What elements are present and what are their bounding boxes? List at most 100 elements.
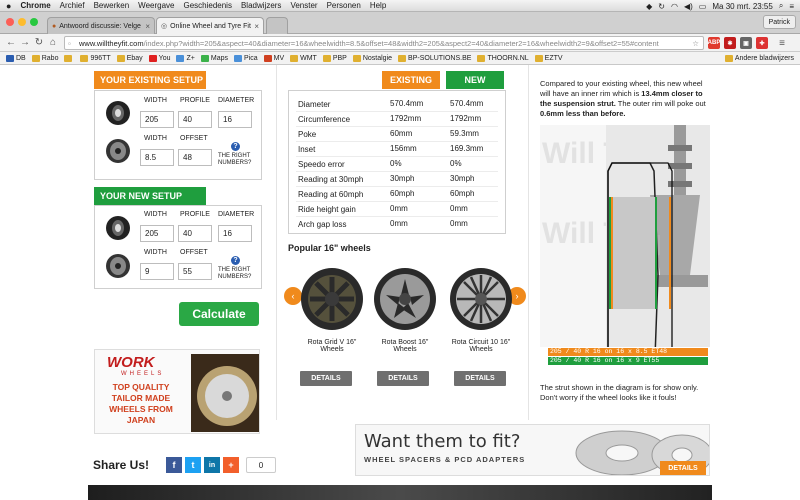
close-tab-icon[interactable]: × [254,22,259,31]
clock[interactable]: Ma 30 mrt. 23:55 [712,2,772,11]
menu-item-venster[interactable]: Venster [290,1,317,10]
new-tyre-width-input[interactable]: 205 [140,225,174,242]
bookmark-folder[interactable] [64,54,74,62]
bookmark-nostalgie[interactable]: Nostalgie [352,54,392,62]
existing-wheel-width-input[interactable]: 8.5 [140,149,174,166]
close-tab-icon[interactable]: × [145,22,150,31]
menu-item-archief[interactable]: Archief [60,1,85,10]
bookmark-label: WMT [300,54,317,62]
bookmark-rabo[interactable]: Rabo [31,54,58,62]
comparison-row-label: Poke [298,129,317,139]
adblock-icon[interactable]: ABP [708,37,720,49]
help-icon[interactable]: ? [231,256,240,265]
tab-antwoord[interactable]: ● Antwoord discussie: Velge × [47,17,155,34]
apple-logo-icon[interactable]: ● [6,1,11,11]
calculate-button[interactable]: Calculate [179,302,259,326]
ad-subheadline: WHEEL SPACERS & PCD ADAPTERS [364,455,526,464]
wheel-product-name[interactable]: Rota Boost 16" Wheels [370,339,440,353]
extension-icon[interactable]: ✱ [724,37,736,49]
close-window-icon[interactable] [6,18,14,26]
bookmark-996tt[interactable]: 996TT [80,54,111,62]
menu-item-weergave[interactable]: Weergave [138,1,174,10]
dropbox-icon[interactable]: ◆ [646,2,652,11]
row-separator [296,111,498,112]
menu-item-geschiedenis[interactable]: Geschiedenis [183,1,231,10]
menu-icon[interactable]: ≡ [776,37,788,49]
spacer-adapter-ad[interactable]: Want them to fit? WHEEL SPACERS & PCD AD… [355,424,710,476]
volume-icon[interactable]: ◀) [684,2,693,11]
wheel-product-image[interactable] [446,265,516,333]
bookmark-z-plus[interactable]: Z+ [176,54,195,62]
notification-center-icon[interactable]: ≡ [789,2,794,11]
comparison-new-value: 0mm [450,204,468,213]
ad-headline: Want them to fit? [364,431,521,452]
bookmark-mv[interactable]: MV [263,54,284,62]
new-offset-input[interactable]: 55 [178,263,212,280]
wheel-product-name[interactable]: Rota Grid V 16" Wheels [297,339,367,353]
reload-icon[interactable]: ↻ [32,37,46,48]
favicon-icon: ● [52,22,57,30]
bookmark-bp-solutions[interactable]: BP-SOLUTIONS.BE [398,54,471,62]
facebook-share-icon[interactable]: f [166,457,182,473]
wheel-details-button[interactable]: DETAILS [454,371,506,386]
wheel-details-button[interactable]: DETAILS [377,371,429,386]
menu-item-help[interactable]: Help [370,1,386,10]
help-icon[interactable]: ? [231,142,240,151]
menu-item-bladwijzers[interactable]: Bladwijzers [241,1,281,10]
home-icon[interactable]: ⌂ [46,37,60,48]
extension-icon[interactable]: ✚ [756,37,768,49]
addthis-plus-icon[interactable]: + [223,457,239,473]
new-tyre-profile-input[interactable]: 40 [178,225,212,242]
comparison-row-label: Diameter [298,99,331,109]
right-numbers-link[interactable]: THE RIGHT NUMBERS? [218,153,258,167]
bookmark-other[interactable]: Andere bladwijzers [724,54,794,62]
twitter-share-icon[interactable]: t [185,457,201,473]
work-logo-sub: WHEELS [121,371,165,377]
new-wheel-width-input[interactable]: 9 [140,263,174,280]
bookmark-youtube[interactable]: You [148,54,170,62]
work-wheels-ad[interactable]: WORK WHEELS TOP QUALITY TAILOR MADE WHEE… [94,349,260,434]
battery-icon[interactable]: ▭ [699,2,707,11]
new-setup-header: YOUR NEW SETUP [94,187,206,205]
wifi-icon[interactable]: ◠ [671,2,678,11]
address-bar[interactable]: ▫ www.willtheyfit.com/index.php?width=20… [64,36,704,50]
bookmark-star-icon[interactable]: ☆ [692,39,699,48]
menu-item-bewerken[interactable]: Bewerken [94,1,130,10]
forward-arrow-icon[interactable]: → [18,37,32,48]
comparison-existing-value: 30mph [390,174,415,183]
existing-tyre-profile-input[interactable]: 40 [178,111,212,128]
bookmark-maps[interactable]: Maps [200,54,228,62]
existing-tyre-width-input[interactable]: 205 [140,111,174,128]
minimize-window-icon[interactable] [18,18,26,26]
bookmark-thoorn[interactable]: THOORN.NL [477,54,529,62]
menu-item-chrome[interactable]: Chrome [20,1,50,10]
existing-tyre-diameter-input[interactable]: 16 [218,111,252,128]
bookmark-pica[interactable]: Pica [233,54,258,62]
back-arrow-icon[interactable]: ← [4,37,18,48]
zoom-window-icon[interactable] [30,18,38,26]
bookmark-db[interactable]: DB [6,54,26,62]
tab-willtheyfit[interactable]: ◎ Online Wheel and Tyre Fit × [156,17,264,34]
comparison-existing-value: 60mm [390,129,413,138]
wheel-product-image[interactable] [370,265,440,333]
wheel-product-name[interactable]: Rota Circuit 10 16" Wheels [446,339,516,353]
bookmark-ebay[interactable]: Ebay [116,54,143,62]
wheel-product-image[interactable] [297,265,367,333]
new-tab-button[interactable] [266,17,288,34]
search-icon[interactable]: ⌕ [779,1,783,11]
new-tyre-diameter-input[interactable]: 16 [218,225,252,242]
bookmark-label: THOORN.NL [487,54,529,62]
ad-details-button[interactable]: DETAILS [660,461,706,475]
right-numbers-link[interactable]: THE RIGHT NUMBERS? [218,267,258,281]
profile-button[interactable]: Patrick [762,15,796,29]
bookmark-wmt[interactable]: WMT [290,54,317,62]
linkedin-share-icon[interactable]: in [204,457,220,473]
menu-item-personen[interactable]: Personen [327,1,361,10]
wheel-details-button[interactable]: DETAILS [300,371,352,386]
extension-icon[interactable]: ▣ [740,37,752,49]
sync-icon[interactable]: ↻ [658,2,665,11]
comparison-existing-value: 0mm [390,204,408,213]
bookmark-pbp[interactable]: PBP [322,54,347,62]
bookmark-eztv[interactable]: EZTV [534,54,563,62]
existing-offset-input[interactable]: 48 [178,149,212,166]
